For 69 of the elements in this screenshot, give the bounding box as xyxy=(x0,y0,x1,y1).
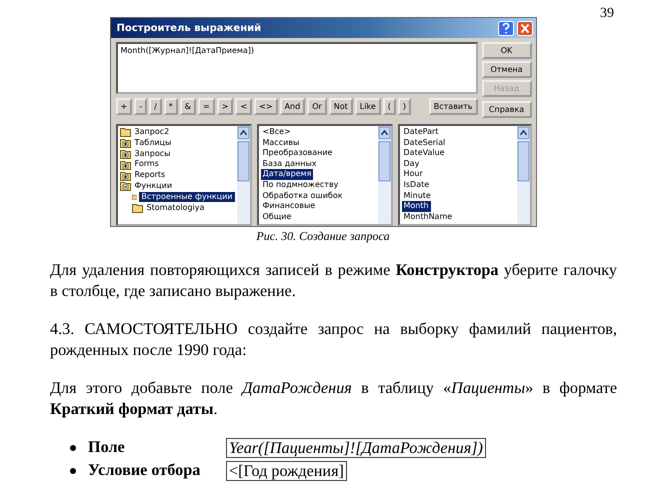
expression-field[interactable]: Month([Журнал]![ДатаПриема]) xyxy=(116,42,478,94)
list-item[interactable]: Финансовые xyxy=(260,201,318,212)
scrollbar[interactable] xyxy=(378,126,390,224)
operator-button[interactable]: > xyxy=(216,98,234,115)
list-item[interactable]: DatePart xyxy=(402,127,440,138)
insert-button[interactable]: Вставить xyxy=(428,98,478,115)
field-value: <[Год рождения] xyxy=(226,460,347,480)
bullet-icon xyxy=(70,444,76,450)
tree-item[interactable]: Stomatologiya xyxy=(144,202,206,214)
list-item[interactable]: База данных xyxy=(260,158,319,170)
help-button[interactable]: Справка xyxy=(482,101,532,118)
dialog-button[interactable]: OK xyxy=(482,42,532,59)
dialog-button[interactable]: Отмена xyxy=(482,61,532,78)
page-number: 39 xyxy=(600,6,614,22)
help-icon[interactable] xyxy=(498,20,514,36)
list-item[interactable]: Дата/время xyxy=(260,169,314,180)
list-item[interactable]: <Все> xyxy=(260,127,293,138)
operator-button[interactable]: ) xyxy=(398,98,411,115)
folder-icon xyxy=(120,127,130,138)
operator-button[interactable]: + xyxy=(116,98,132,115)
paragraph: Для этого добавьте поле ДатаРождения в таблицу «Пациенты» в формате Краткий формат даты. xyxy=(50,378,617,420)
list-item[interactable]: DateSerial xyxy=(402,138,448,148)
operator-button[interactable]: Not xyxy=(328,98,353,115)
list-item[interactable]: Преобразование xyxy=(260,148,334,159)
operator-button[interactable]: * xyxy=(164,98,178,115)
tree-item[interactable]: Reports xyxy=(132,170,168,181)
list-item[interactable]: Month xyxy=(402,201,431,212)
figure-caption: Рис. 30. Создание запроса xyxy=(256,229,390,244)
tree-item[interactable]: Таблицы xyxy=(132,138,174,148)
operator-button[interactable]: And xyxy=(280,98,306,115)
scrollbar[interactable] xyxy=(236,126,250,224)
operator-button[interactable]: <> xyxy=(254,98,278,115)
list-item[interactable]: Day xyxy=(402,158,422,170)
field-label: Условие отбора xyxy=(88,460,202,481)
plus-folder-icon[interactable] xyxy=(120,148,130,159)
window-title: Построитель выражений xyxy=(116,22,262,34)
scrollbar[interactable] xyxy=(516,126,530,224)
operator-button[interactable]: Or xyxy=(307,98,327,115)
list-item[interactable]: Обработка ошибок xyxy=(260,190,345,202)
operator-button[interactable]: ( xyxy=(382,98,396,115)
paragraph: 4.3. САМОСТОЯТЕЛЬНО создайте запрос на выборку фамилий пациентов, рожденных после 1990 года: xyxy=(50,319,617,361)
tree-item[interactable]: Запросы xyxy=(132,148,172,160)
plus-folder-icon[interactable] xyxy=(120,170,130,181)
close-icon[interactable] xyxy=(516,20,532,36)
field-value: Year([Пациенты]![ДатаРождения]) xyxy=(226,438,486,458)
tree-item[interactable]: Встроенные функции xyxy=(139,192,234,202)
plus-folder-icon[interactable] xyxy=(120,138,130,148)
list-item[interactable]: MonthName xyxy=(402,212,454,222)
bullet-icon xyxy=(70,468,76,474)
list-item[interactable]: Hour xyxy=(402,169,425,180)
list-item[interactable]: IsDate xyxy=(402,180,432,191)
operator-button[interactable]: = xyxy=(198,98,215,115)
list-item[interactable]: Minute xyxy=(402,190,433,202)
minus-folder-icon[interactable] xyxy=(120,181,130,192)
paragraph: Для удаления повторяющихся записей в режиме Конструктора уберите галочку в столбце, где записано выражение. xyxy=(50,260,617,302)
list-item[interactable]: По подмножеству xyxy=(260,180,340,191)
list-item[interactable]: Массивы xyxy=(260,138,302,148)
field-label: Поле xyxy=(88,437,126,458)
tree-item[interactable]: Запрос2 xyxy=(132,127,172,138)
list-item[interactable]: Общие xyxy=(260,212,294,222)
operator-button[interactable]: / xyxy=(149,98,162,115)
operator-button[interactable]: < xyxy=(235,98,252,115)
operator-button[interactable]: - xyxy=(134,98,148,115)
list-item[interactable]: DateValue xyxy=(402,148,447,159)
tree-item[interactable]: Forms xyxy=(132,159,161,170)
operator-button[interactable]: & xyxy=(180,98,196,115)
operator-button[interactable]: Like xyxy=(354,98,381,115)
tree-item[interactable]: Функции xyxy=(132,180,174,192)
plus-folder-icon[interactable] xyxy=(120,160,130,170)
